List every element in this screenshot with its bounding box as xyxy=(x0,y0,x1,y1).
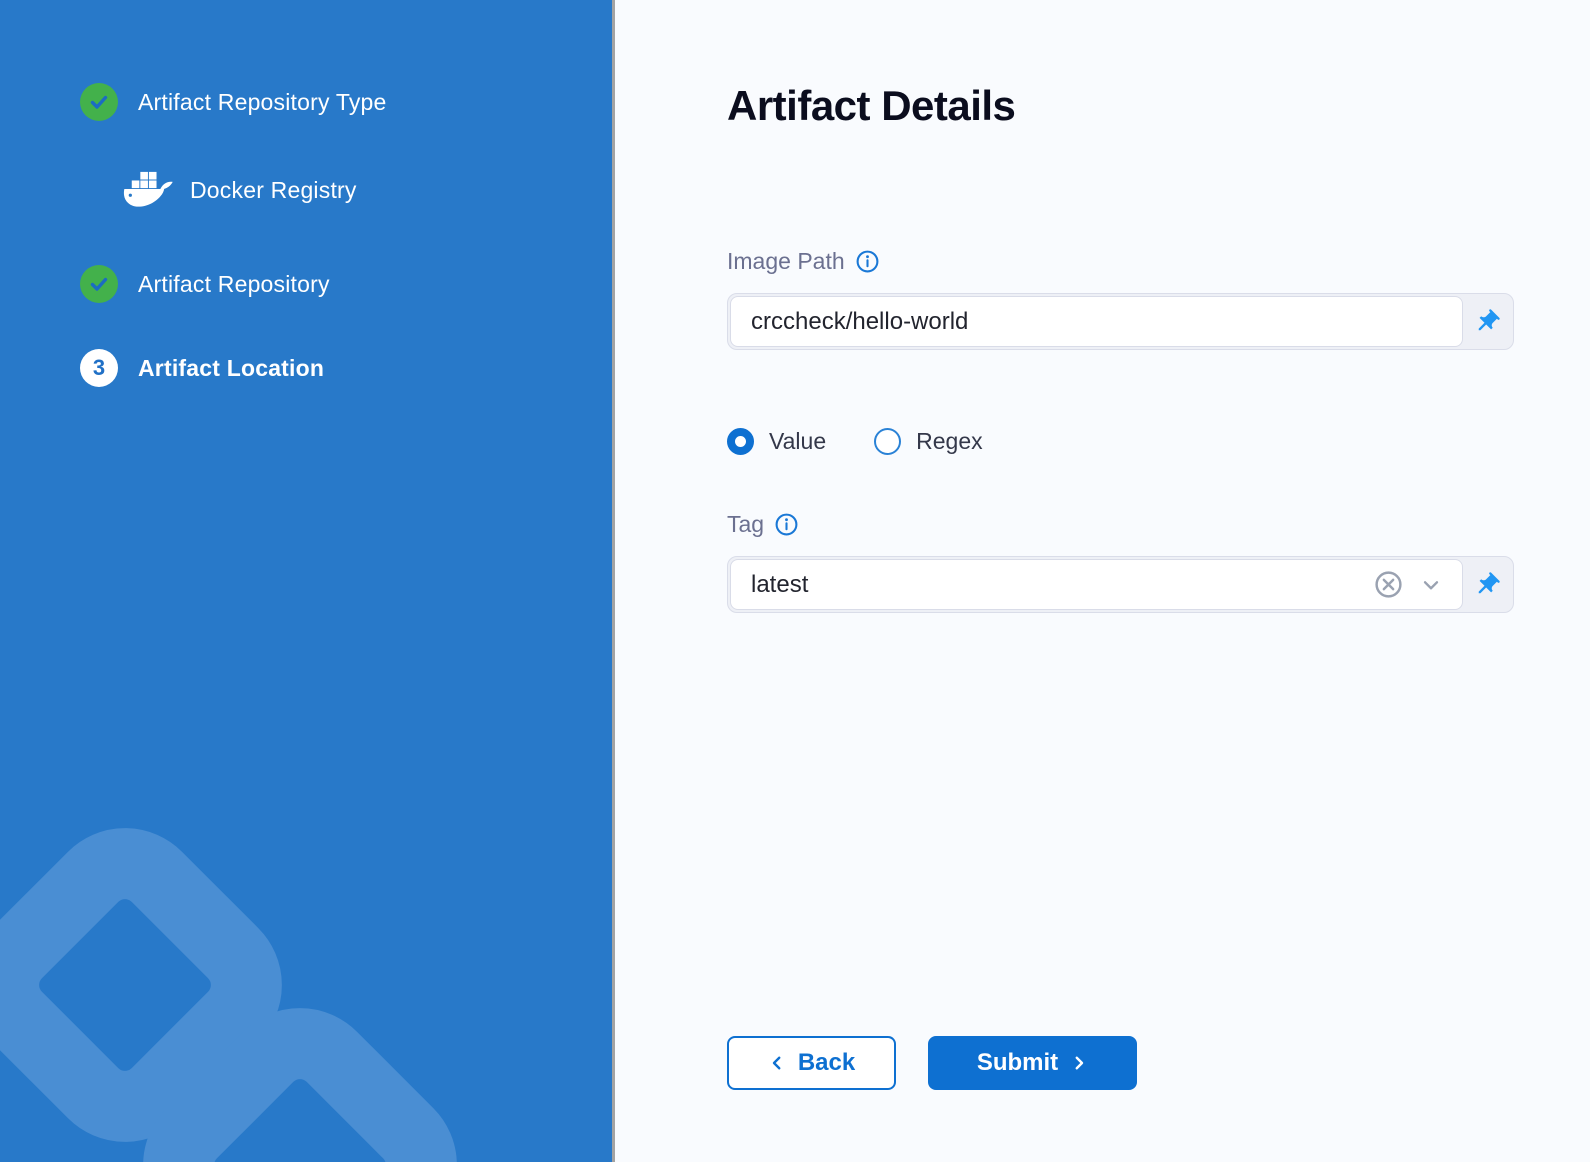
image-path-input[interactable] xyxy=(751,308,1448,336)
radio-regex-label: Regex xyxy=(916,428,982,455)
step-number-badge: 3 xyxy=(80,349,118,387)
tag-input[interactable] xyxy=(751,571,1373,599)
image-path-input-group xyxy=(727,293,1514,350)
step-artifact-repository-type[interactable]: Artifact Repository Type xyxy=(80,83,612,121)
radio-regex[interactable]: Regex xyxy=(874,428,982,455)
step-label: Artifact Repository Type xyxy=(138,89,387,116)
radio-selected-icon xyxy=(727,428,754,455)
image-path-label: Image Path xyxy=(727,248,845,275)
tag-text-box xyxy=(730,559,1463,610)
pushpin-icon xyxy=(1473,571,1501,599)
back-button[interactable]: Back xyxy=(727,1036,896,1090)
chevron-right-icon xyxy=(1070,1054,1088,1072)
artifact-wizard-window: Artifact Repository Type xyxy=(0,0,1590,1162)
clear-icon[interactable] xyxy=(1373,569,1404,600)
step-label: Artifact Location xyxy=(138,355,324,382)
step-label: Docker Registry xyxy=(190,177,357,204)
radio-value[interactable]: Value xyxy=(727,428,826,455)
info-icon[interactable] xyxy=(774,512,799,537)
docker-whale-icon xyxy=(120,170,174,210)
info-icon[interactable] xyxy=(855,249,880,274)
radio-value-label: Value xyxy=(769,428,826,455)
wizard-steps-sidebar: Artifact Repository Type xyxy=(0,0,615,1162)
wizard-footer-buttons: Back Submit xyxy=(727,1036,1590,1090)
step-complete-icon xyxy=(80,83,118,121)
tag-label-row: Tag xyxy=(727,511,1590,538)
pushpin-icon xyxy=(1473,308,1501,336)
steps-list: Artifact Repository Type xyxy=(0,0,612,387)
image-path-pin-button[interactable] xyxy=(1463,296,1511,347)
step-complete-icon xyxy=(80,265,118,303)
step-label: Artifact Repository xyxy=(138,271,330,298)
image-path-label-row: Image Path xyxy=(727,248,1590,275)
tag-label: Tag xyxy=(727,511,764,538)
radio-unselected-icon xyxy=(874,428,901,455)
image-path-text-box xyxy=(730,296,1463,347)
submit-button-label: Submit xyxy=(977,1049,1058,1077)
chevron-down-icon[interactable] xyxy=(1418,572,1444,598)
step-artifact-repository[interactable]: Artifact Repository xyxy=(80,265,612,303)
submit-button[interactable]: Submit xyxy=(928,1036,1137,1090)
back-button-label: Back xyxy=(798,1049,855,1077)
artifact-details-panel: Artifact Details Image Path xyxy=(615,0,1590,1162)
step-artifact-location[interactable]: 3 Artifact Location xyxy=(80,349,612,387)
chevron-left-icon xyxy=(768,1054,786,1072)
tag-pin-button[interactable] xyxy=(1463,559,1511,610)
step-docker-registry[interactable]: Docker Registry xyxy=(80,170,612,210)
tag-input-group xyxy=(727,556,1514,613)
page-title: Artifact Details xyxy=(727,80,1590,132)
match-type-radio-group: Value Regex xyxy=(727,428,1590,455)
